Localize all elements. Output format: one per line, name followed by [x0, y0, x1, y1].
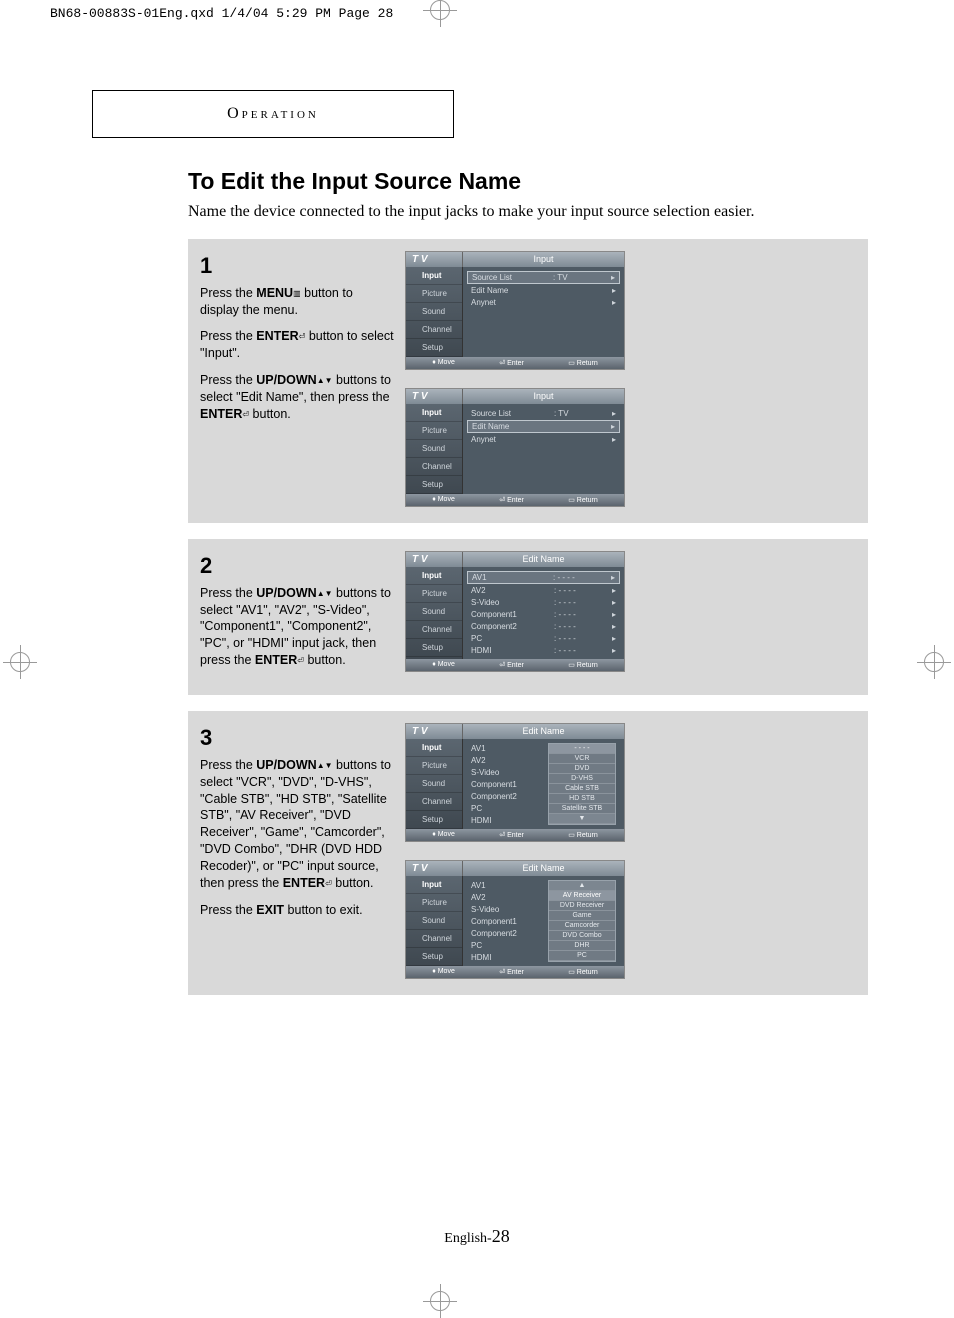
osd-screenshot-editname-dropdown-1: T V Edit Name Input Picture Sound Channe… — [405, 723, 625, 842]
osd-sidebar: Input Picture Sound Channel Setup — [406, 404, 463, 494]
step-number: 1 — [200, 251, 395, 281]
updown-icon: ▲▼ — [317, 589, 333, 598]
step-number: 3 — [200, 723, 395, 753]
osd-main: AV1 AV2 S-Video Component1 Component2 PC… — [463, 739, 624, 829]
osd-screenshot-editname-dropdown-2: T V Edit Name Input Picture Sound Channe… — [405, 860, 625, 979]
osd-title: Input — [463, 389, 624, 404]
osd-title: Edit Name — [463, 724, 624, 739]
osd-sidebar: Input Picture Sound Channel Setup — [406, 876, 463, 966]
osd-dropdown: ▲ AV Receiver DVD Receiver Game Camcorde… — [548, 880, 616, 962]
step-text: Press the EXIT button to exit. — [200, 902, 395, 919]
menu-icon: ▥ — [293, 289, 301, 298]
step-text: Press the MENU▥ button to display the me… — [200, 285, 395, 319]
osd-footer: ♦ Move ⏎ Enter ▭ Return — [406, 357, 624, 369]
step-text: Press the UP/DOWN▲▼ buttons to select "E… — [200, 372, 395, 423]
osd-screenshot-input-editname: T V Input Input Picture Sound Channel Se… — [405, 388, 625, 507]
osd-logo: T V — [406, 861, 463, 876]
osd-title: Edit Name — [463, 861, 624, 876]
section-heading: Operation — [227, 105, 319, 123]
osd-footer: ♦ Move ⏎ Enter ▭ Return — [406, 494, 624, 506]
osd-logo: T V — [406, 389, 463, 404]
step-text: Press the UP/DOWN▲▼ buttons to select "A… — [200, 585, 395, 669]
osd-main: Source List: TV▸ Edit Name▸ Anynet▸ — [463, 404, 624, 494]
osd-footer: ♦ Move ⏎ Enter ▭ Return — [406, 659, 624, 671]
enter-icon: ⏎ — [325, 879, 332, 888]
page-title: To Edit the Input Source Name — [188, 168, 868, 195]
step-text: Press the ENTER⏎ button to select "Input… — [200, 328, 395, 362]
updown-icon: ▲▼ — [317, 376, 333, 385]
osd-title: Edit Name — [463, 552, 624, 567]
osd-sidebar: Input Picture Sound Channel Setup — [406, 739, 463, 829]
step-1: 1 Press the MENU▥ button to display the … — [188, 239, 868, 523]
registration-mark-icon — [430, 0, 450, 20]
registration-mark-icon — [924, 652, 944, 672]
osd-main: AV1 AV2 S-Video Component1 Component2 PC… — [463, 876, 624, 966]
chevron-up-icon: ▲ — [549, 881, 615, 891]
updown-icon: ▲▼ — [317, 761, 333, 770]
osd-logo: T V — [406, 724, 463, 739]
osd-sidebar: Input Picture Sound Channel Setup — [406, 567, 463, 659]
section-heading-box: Operation — [92, 90, 454, 138]
osd-footer: ♦ Move ⏎ Enter ▭ Return — [406, 829, 624, 841]
osd-main: Source List: TV▸ Edit Name▸ Anynet▸ — [463, 267, 624, 357]
registration-mark-icon — [430, 1291, 450, 1311]
osd-logo: T V — [406, 252, 463, 267]
osd-sidebar: Input Picture Sound Channel Setup — [406, 267, 463, 357]
page-footer: English-28 — [0, 1226, 954, 1247]
step-3: 3 Press the UP/DOWN▲▼ buttons to select … — [188, 711, 868, 995]
print-job-header: BN68-00883S-01Eng.qxd 1/4/04 5:29 PM Pag… — [50, 6, 393, 21]
enter-icon: ⏎ — [297, 656, 304, 665]
step-text: Press the UP/DOWN▲▼ buttons to select "V… — [200, 757, 395, 892]
osd-logo: T V — [406, 552, 463, 567]
step-number: 2 — [200, 551, 395, 581]
osd-footer: ♦ Move ⏎ Enter ▭ Return — [406, 966, 624, 978]
chevron-down-icon: ▼ — [549, 814, 615, 824]
osd-screenshot-input-source: T V Input Input Picture Sound Channel Se… — [405, 251, 625, 370]
registration-mark-icon — [10, 652, 30, 672]
osd-title: Input — [463, 252, 624, 267]
step-2: 2 Press the UP/DOWN▲▼ buttons to select … — [188, 539, 868, 695]
intro-text: Name the device connected to the input j… — [188, 203, 868, 221]
osd-dropdown: - - - - VCR DVD D-VHS Cable STB HD STB S… — [548, 743, 616, 825]
osd-main: AV1: - - - -▸ AV2: - - - -▸ S-Video: - -… — [463, 567, 624, 659]
osd-screenshot-editname-list: T V Edit Name Input Picture Sound Channe… — [405, 551, 625, 672]
